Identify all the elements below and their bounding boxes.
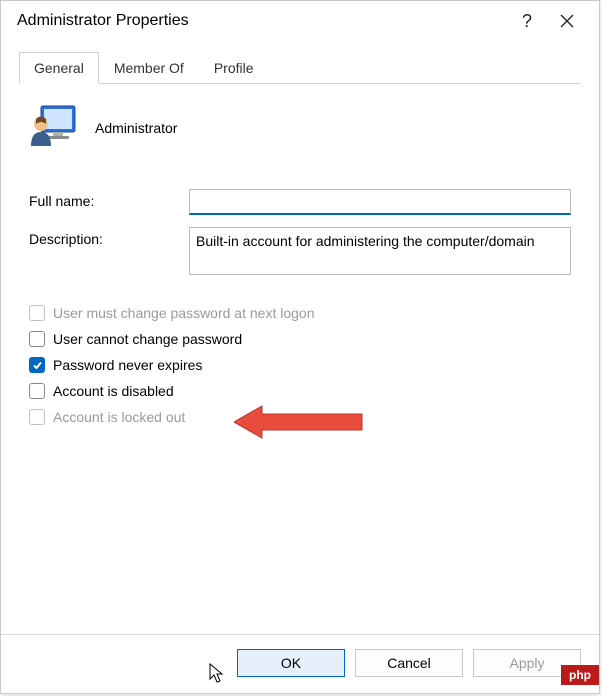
checkbox-cannot-change-row[interactable]: User cannot change password	[29, 331, 571, 347]
checkmark-icon	[32, 360, 43, 371]
checkbox-never-expires-label: Password never expires	[53, 357, 202, 373]
tab-content-general: Administrator Full name: Description: Bu…	[19, 84, 581, 634]
dialog-body: General Member Of Profile Admin	[1, 45, 599, 634]
checkbox-account-disabled-row[interactable]: Account is disabled	[29, 383, 571, 399]
cursor-icon	[208, 662, 226, 687]
tab-profile[interactable]: Profile	[199, 52, 269, 84]
checkbox-account-disabled[interactable]	[29, 383, 45, 399]
watermark: php	[561, 665, 599, 685]
account-header: Administrator	[29, 102, 571, 153]
checkbox-must-change-row: User must change password at next logon	[29, 305, 571, 321]
full-name-input[interactable]	[189, 189, 571, 215]
help-button[interactable]: ?	[507, 5, 547, 37]
tab-strip: General Member Of Profile	[19, 51, 581, 84]
titlebar: Administrator Properties ?	[1, 1, 599, 45]
tab-general[interactable]: General	[19, 52, 99, 84]
account-name: Administrator	[95, 120, 177, 136]
arrow-annotation	[234, 402, 364, 445]
full-name-row: Full name:	[29, 189, 571, 215]
close-button[interactable]	[547, 5, 587, 37]
window-title: Administrator Properties	[17, 12, 507, 30]
close-icon	[560, 14, 574, 28]
checkbox-cannot-change-label: User cannot change password	[53, 331, 242, 347]
checkbox-cannot-change[interactable]	[29, 331, 45, 347]
dialog-footer: OK Cancel Apply php	[1, 634, 599, 693]
checkbox-must-change-label: User must change password at next logon	[53, 305, 314, 321]
checkbox-never-expires[interactable]	[29, 357, 45, 373]
checkbox-must-change	[29, 305, 45, 321]
ok-button[interactable]: OK	[237, 649, 345, 677]
description-row: Description: Built-in account for admini…	[29, 227, 571, 275]
checkbox-never-expires-row[interactable]: Password never expires	[29, 357, 571, 373]
checkbox-account-disabled-label: Account is disabled	[53, 383, 174, 399]
description-label: Description:	[29, 227, 189, 247]
user-monitor-icon	[29, 102, 77, 153]
cancel-button[interactable]: Cancel	[355, 649, 463, 677]
full-name-label: Full name:	[29, 189, 189, 209]
checkbox-locked-out	[29, 409, 45, 425]
description-input[interactable]: Built-in account for administering the c…	[189, 227, 571, 275]
checkbox-locked-out-label: Account is locked out	[53, 409, 185, 425]
dialog-window: Administrator Properties ? General Membe…	[0, 0, 600, 694]
tab-member-of[interactable]: Member Of	[99, 52, 199, 84]
